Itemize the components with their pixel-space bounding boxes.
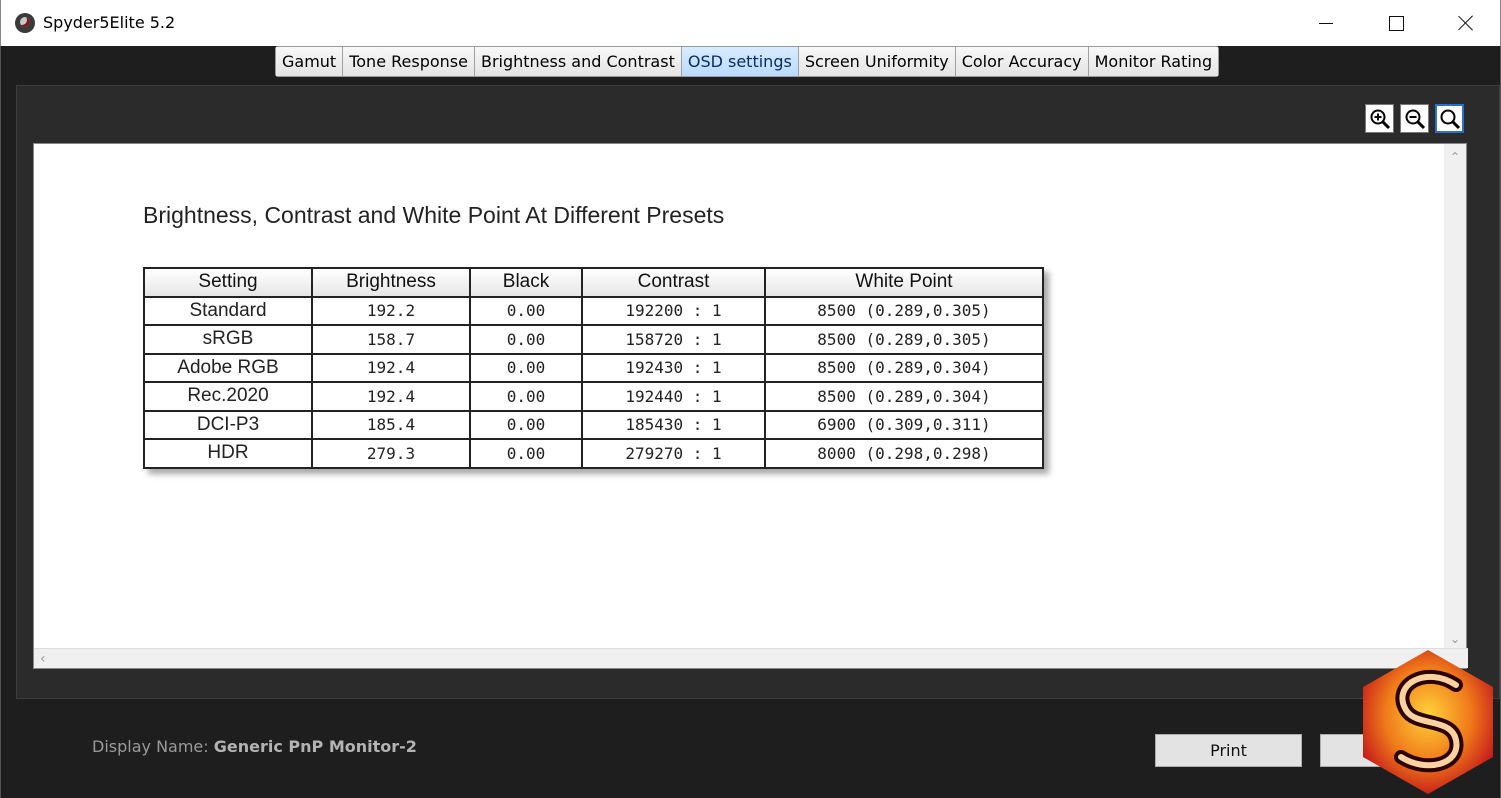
white-point-cell: 8500 (0.289,0.304) <box>764 352 1044 383</box>
zoom-out-icon <box>1405 109 1425 129</box>
zoom-toolbar <box>1365 104 1464 133</box>
brightness-cell: 192.2 <box>311 295 471 326</box>
contrast-cell: 279270 : 1 <box>581 438 766 469</box>
display-name-label: Display Name: <box>92 737 209 756</box>
report-title: Brightness, Contrast and White Point At … <box>143 202 725 228</box>
tab-monitor-rating[interactable]: Monitor Rating <box>1088 47 1219 76</box>
brightness-cell: 192.4 <box>311 352 471 383</box>
maximize-button[interactable] <box>1361 0 1431 46</box>
app-icon <box>15 13 35 33</box>
white-point-cell: 8500 (0.289,0.305) <box>764 295 1044 326</box>
black-cell: 0.00 <box>469 438 583 469</box>
table-row: sRGB 158.7 0.00 158720 : 1 8500 (0.289,0… <box>143 324 1044 355</box>
table-row: Adobe RGB 192.4 0.00 192430 : 1 8500 (0.… <box>143 352 1044 383</box>
setting-cell: Rec.2020 <box>143 381 313 412</box>
tab-osd-settings[interactable]: OSD settings <box>681 47 799 76</box>
black-cell: 0.00 <box>469 324 583 355</box>
column-header: White Point <box>764 267 1044 298</box>
brightness-cell: 192.4 <box>311 381 471 412</box>
table-row: Rec.2020 192.4 0.00 192440 : 1 8500 (0.2… <box>143 381 1044 412</box>
brightness-cell: 185.4 <box>311 409 471 440</box>
contrast-cell: 192430 : 1 <box>581 352 766 383</box>
zoom-out-button[interactable] <box>1400 104 1429 133</box>
brightness-cell: 158.7 <box>311 324 471 355</box>
white-point-cell: 8000 (0.298,0.298) <box>764 438 1044 469</box>
column-header: Contrast <box>581 267 766 298</box>
setting-cell: sRGB <box>143 324 313 355</box>
column-header: Brightness <box>311 267 471 298</box>
tab-gamut[interactable]: Gamut <box>276 47 344 76</box>
zoom-in-button[interactable] <box>1365 104 1394 133</box>
tab-tone-response[interactable]: Tone Response <box>343 47 475 76</box>
display-name-value: Generic PnP Monitor-2 <box>213 737 417 756</box>
brightness-cell: 279.3 <box>311 438 471 469</box>
setting-cell: Standard <box>143 295 313 326</box>
minimize-icon <box>1319 22 1333 24</box>
minimize-button[interactable] <box>1291 0 1361 46</box>
close-button[interactable] <box>1431 0 1501 46</box>
table-row: Standard 192.2 0.00 192200 : 1 8500 (0.2… <box>143 295 1044 326</box>
zoom-in-icon <box>1370 109 1390 129</box>
table-row: HDR 279.3 0.00 279270 : 1 8000 (0.298,0.… <box>143 438 1044 469</box>
setting-cell: HDR <box>143 438 313 469</box>
tab-screen-uniformity[interactable]: Screen Uniformity <box>798 47 956 76</box>
horizontal-scrollbar[interactable]: ‹ <box>34 648 1468 668</box>
column-header: Black <box>469 267 583 298</box>
white-point-cell: 8500 (0.289,0.304) <box>764 381 1044 412</box>
black-cell: 0.00 <box>469 352 583 383</box>
title-bar: Spyder5Elite 5.2 <box>0 0 1501 46</box>
display-name: Display Name: Generic PnP Monitor-2 <box>92 737 417 756</box>
tab-brightness-contrast[interactable]: Brightness and Contrast <box>474 47 682 76</box>
setting-cell: DCI-P3 <box>143 409 313 440</box>
contrast-cell: 158720 : 1 <box>581 324 766 355</box>
maximize-icon <box>1388 15 1404 31</box>
print-button[interactable]: Print <box>1155 734 1302 767</box>
tab-color-accuracy[interactable]: Color Accuracy <box>955 47 1089 76</box>
vertical-scrollbar[interactable]: ⌃ ⌄ <box>1444 144 1466 650</box>
table-header-row: Setting Brightness Black Contrast White … <box>143 267 1044 298</box>
column-header: Setting <box>143 267 313 298</box>
white-point-cell: 6900 (0.309,0.311) <box>764 409 1044 440</box>
scroll-left-icon[interactable]: ‹ <box>40 651 46 667</box>
presets-table: Setting Brightness Black Contrast White … <box>143 267 1044 469</box>
tab-bar: Gamut Tone Response Brightness and Contr… <box>275 46 1220 77</box>
report-viewer[interactable]: Brightness, Contrast and White Point At … <box>33 143 1468 669</box>
contrast-cell: 192440 : 1 <box>581 381 766 412</box>
contrast-cell: 192200 : 1 <box>581 295 766 326</box>
brand-logo-icon <box>1363 650 1493 794</box>
scroll-down-icon[interactable]: ⌄ <box>1450 633 1460 645</box>
black-cell: 0.00 <box>469 295 583 326</box>
table-row: DCI-P3 185.4 0.00 185430 : 1 6900 (0.309… <box>143 409 1044 440</box>
contrast-cell: 185430 : 1 <box>581 409 766 440</box>
zoom-fit-button[interactable] <box>1435 104 1464 133</box>
zoom-fit-icon <box>1440 109 1460 129</box>
window-title: Spyder5Elite 5.2 <box>43 13 176 32</box>
setting-cell: Adobe RGB <box>143 352 313 383</box>
scroll-up-icon[interactable]: ⌃ <box>1450 151 1460 163</box>
black-cell: 0.00 <box>469 381 583 412</box>
white-point-cell: 8500 (0.289,0.305) <box>764 324 1044 355</box>
close-icon <box>1458 15 1474 31</box>
black-cell: 0.00 <box>469 409 583 440</box>
